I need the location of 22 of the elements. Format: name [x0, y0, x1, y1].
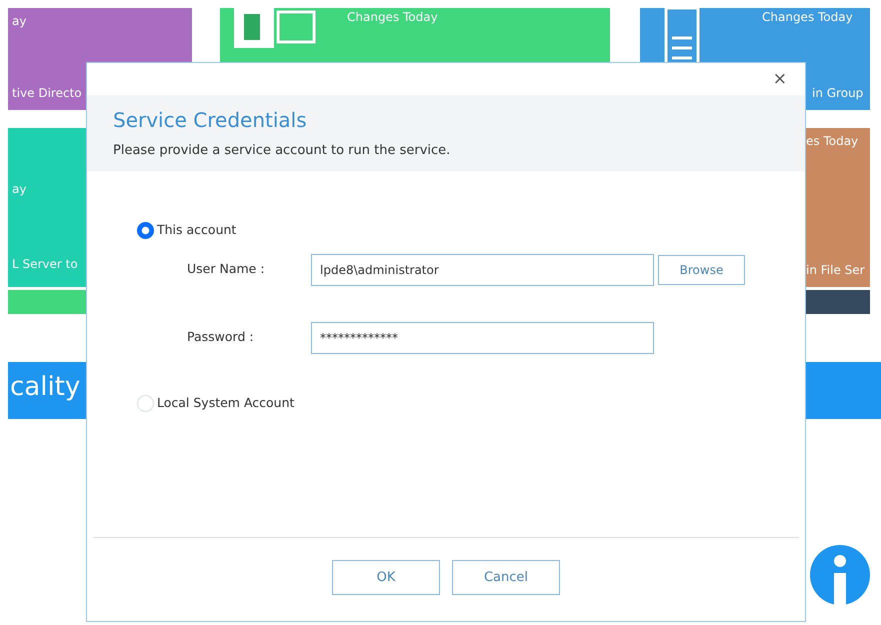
- cancel-button[interactable]: Cancel: [452, 560, 560, 595]
- tile-title: ay: [12, 13, 28, 30]
- browse-button[interactable]: Browse: [658, 254, 745, 285]
- close-button[interactable]: ×: [768, 69, 791, 90]
- tile-label: in Group: [812, 85, 864, 102]
- input-field[interactable]: lpde8\administrator: [311, 254, 654, 286]
- tile-title: ay: [12, 181, 28, 198]
- ok-button[interactable]: OK: [332, 560, 440, 595]
- radio-label[interactable]: Local System Account: [157, 394, 294, 412]
- field-label: Password :: [187, 328, 255, 346]
- tile-label: tive Directo: [12, 85, 83, 102]
- tile-title: Changes Today: [762, 9, 853, 26]
- radio-button[interactable]: [137, 222, 154, 239]
- tile-label: in File Ser: [806, 262, 866, 279]
- field-label: User Name :: [187, 260, 266, 278]
- input-field[interactable]: *************: [311, 322, 654, 354]
- radio-label[interactable]: This account: [157, 220, 236, 240]
- tile-title: es Today: [806, 133, 860, 150]
- tile-label: L Server to: [12, 256, 79, 273]
- dialog-title: Service Credentials: [113, 107, 308, 134]
- tile-title: Changes Today: [347, 9, 438, 26]
- dialog-subtitle: Please provide a service account to run the service.: [113, 142, 452, 160]
